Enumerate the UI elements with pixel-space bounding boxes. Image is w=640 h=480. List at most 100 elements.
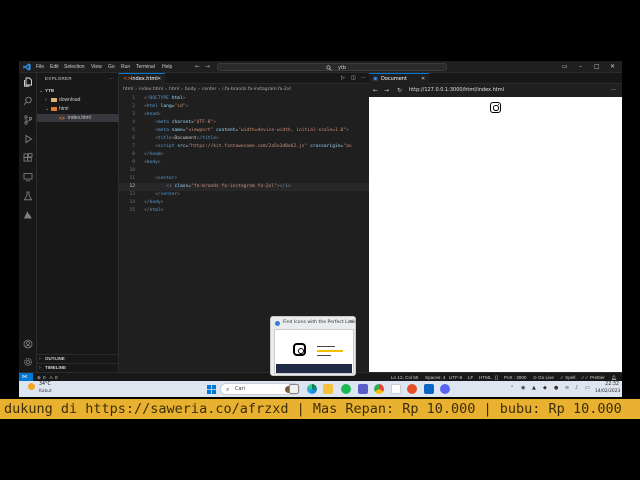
wifi-icon[interactable]: ≋ — [565, 385, 569, 392]
code-line[interactable]: 11 <center> — [119, 175, 369, 183]
app-icon[interactable] — [407, 384, 417, 394]
weather-temperature[interactable]: 34°C — [39, 382, 51, 388]
clock-date[interactable]: 14/02/2023 — [595, 389, 620, 395]
teams-icon[interactable] — [358, 384, 368, 394]
code-line[interactable]: 4 <meta charset="UTF-8"> — [119, 119, 369, 127]
remote-indicator[interactable]: ⋈ — [19, 373, 33, 381]
outline-section[interactable]: › OUTLINE — [37, 354, 119, 362]
code-line[interactable]: 14 </body> — [119, 199, 369, 207]
account-icon[interactable] — [23, 339, 33, 349]
workspace-root[interactable]: ⌄ YTB — [37, 87, 119, 95]
tray-app-icon[interactable]: ● — [554, 385, 558, 392]
cursor-position[interactable]: Ln 12, Col 50 — [391, 374, 418, 381]
back-arrow-icon[interactable]: ← — [373, 87, 378, 94]
azure-icon[interactable] — [23, 210, 33, 220]
extensions-icon[interactable] — [23, 153, 33, 163]
minimize-icon[interactable]: – — [579, 62, 582, 71]
volume-icon[interactable]: ♪ — [575, 385, 578, 392]
breadcrumb-segment[interactable]: center — [202, 87, 216, 92]
source-control-icon[interactable] — [23, 115, 33, 125]
run-file-icon[interactable]: ▷ — [341, 75, 345, 82]
code-line[interactable]: 3 <head> — [119, 111, 369, 119]
split-editor-icon[interactable]: ◫ — [351, 75, 356, 82]
forward-arrow-icon[interactable]: → — [205, 63, 210, 71]
errors-icon[interactable]: ⊗ — [37, 374, 41, 381]
taskbar-thumbnail-preview[interactable]: Find Icons with the Perfect Look... ✕ — [270, 316, 360, 376]
testing-icon[interactable] — [23, 191, 33, 201]
weather-sun-icon[interactable] — [28, 383, 35, 390]
menu-help[interactable]: Help — [162, 63, 172, 71]
warnings-count[interactable]: 0 — [55, 374, 58, 381]
menu-go[interactable]: Go — [108, 63, 115, 71]
run-debug-icon[interactable] — [23, 134, 33, 144]
forward-arrow-icon[interactable]: → — [384, 87, 389, 94]
menu-view[interactable]: View — [91, 63, 102, 71]
spotify-icon[interactable] — [341, 384, 351, 394]
task-view-icon[interactable] — [289, 384, 299, 394]
chrome-browser-icon[interactable] — [374, 384, 384, 394]
discord-icon[interactable] — [440, 384, 450, 394]
menu-run[interactable]: Run — [121, 63, 130, 71]
breadcrumb-segment[interactable]: index.html — [139, 87, 163, 92]
go-live-button[interactable]: ⊙ Go Live — [533, 374, 554, 381]
reload-icon[interactable]: ↻ — [397, 87, 402, 94]
breadcrumb-segment[interactable]: i.fa-brands.fa-instagram.fa-2xl — [222, 87, 291, 92]
menu-edit[interactable]: Edit — [50, 63, 59, 71]
explorer-files-icon[interactable] — [23, 77, 33, 87]
more-actions-icon[interactable]: ··· — [611, 87, 617, 94]
search-sidebar-icon[interactable] — [23, 96, 33, 106]
tray-overflow-chevron-icon[interactable]: ⌃ — [510, 385, 514, 392]
code-line[interactable]: 7 <script src="https://kit.fontawesome.c… — [119, 143, 369, 151]
clock-time[interactable]: 22:32 — [604, 382, 619, 388]
end-of-line[interactable]: LF — [468, 374, 473, 381]
tab-document[interactable]: ▣ Document ✕ — [369, 73, 429, 84]
maximize-icon[interactable]: □ — [594, 62, 600, 71]
tree-item-download[interactable]: › download — [37, 96, 119, 104]
back-arrow-icon[interactable]: ← — [195, 63, 200, 71]
menu-terminal[interactable]: Terminal — [136, 63, 155, 71]
file-explorer-icon[interactable] — [323, 384, 333, 394]
port-status[interactable]: Port : 3000 — [504, 374, 526, 381]
breadcrumb-segment[interactable]: html — [123, 87, 133, 92]
browser-preview-panel[interactable]: ▣ Document ✕ ← → ↻ http://127.0.0.1:3000… — [369, 73, 622, 372]
tray-app-icon[interactable]: ◆ — [543, 385, 547, 392]
windows-start-icon[interactable] — [207, 385, 216, 394]
command-center-search[interactable]: ytb — [217, 63, 447, 71]
code-line[interactable]: 1 <!DOCTYPE html> — [119, 95, 369, 103]
tray-app-icon[interactable]: ◉ — [521, 385, 525, 392]
code-line[interactable]: 9 <body> — [119, 159, 369, 167]
code-line[interactable]: 6 <title>Document</title> — [119, 135, 369, 143]
code-line[interactable]: 2 <html lang="id"> — [119, 103, 369, 111]
language-mode[interactable]: HTML — [479, 374, 492, 381]
code-line[interactable]: 5 <meta name="viewport" content="width=d… — [119, 127, 369, 135]
tray-app-icon[interactable]: ▲ — [532, 385, 536, 392]
indentation[interactable]: Spaces: 4 — [425, 374, 445, 381]
taskbar-search[interactable]: ⌕ Cari — [220, 383, 300, 395]
code-line[interactable]: 12 <i class="fa-brands fa-instagram fa-2… — [119, 183, 369, 191]
close-thumbnail-icon[interactable]: ✕ — [349, 319, 353, 325]
encoding[interactable]: UTF-8 — [449, 374, 462, 381]
prettier-status[interactable]: ✓✓ Prettier — [581, 374, 605, 381]
notifications-bell-icon[interactable]: 🔔︎ — [611, 374, 617, 381]
errors-count[interactable]: 0 — [43, 374, 46, 381]
settings-gear-icon[interactable] — [23, 357, 33, 367]
more-actions-icon[interactable]: ··· — [109, 76, 114, 82]
breadcrumb-segment[interactable]: body — [185, 87, 196, 92]
vscode-taskbar-icon[interactable] — [424, 384, 434, 394]
code-line[interactable]: 15 </html> — [119, 207, 369, 215]
weather-description[interactable]: Kabut — [39, 389, 52, 395]
mail-icon[interactable] — [391, 384, 401, 394]
braces-icon[interactable]: {} — [495, 374, 498, 381]
layout-icon[interactable]: ▭ — [562, 62, 568, 71]
menu-selection[interactable]: Selection — [64, 63, 85, 71]
close-tab-icon[interactable]: ✕ — [157, 76, 161, 83]
breadcrumb-segment[interactable]: html — [169, 87, 179, 92]
spell-check[interactable]: ✓ Spell — [560, 374, 575, 381]
battery-icon[interactable]: ▭ — [585, 385, 590, 392]
more-actions-icon[interactable]: ··· — [361, 75, 366, 82]
code-line[interactable]: 13 </center> — [119, 191, 369, 199]
menu-file[interactable]: File — [36, 63, 44, 71]
close-window-icon[interactable]: ✕ — [610, 62, 615, 71]
close-tab-icon[interactable]: ✕ — [421, 76, 425, 83]
timeline-section[interactable]: › TIMELINE — [37, 363, 119, 371]
